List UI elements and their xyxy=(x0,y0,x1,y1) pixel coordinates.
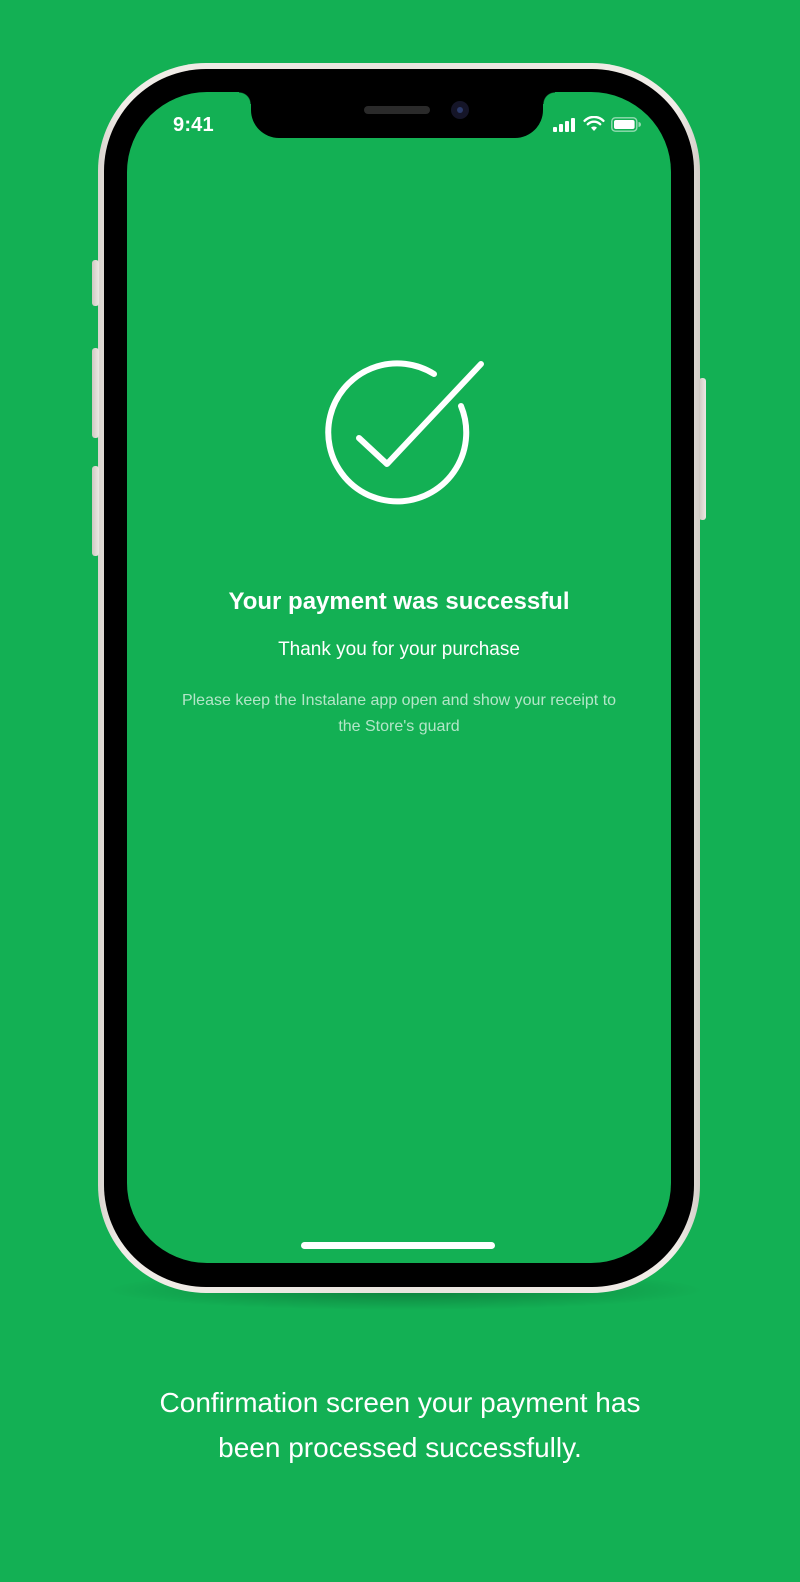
caption-line-1: Confirmation screen your payment has xyxy=(159,1387,641,1418)
phone-screen: 9:41 Your payment was successful Thank y… xyxy=(127,92,671,1263)
status-icons xyxy=(553,115,641,136)
cellular-signal-icon xyxy=(553,117,577,136)
caption-line-2: been processed successfully. xyxy=(218,1432,582,1463)
screen-caption: Confirmation screen your payment has bee… xyxy=(0,1380,800,1470)
success-subtitle: Thank you for your purchase xyxy=(278,639,520,660)
receipt-instruction: Please keep the Instalane app open and s… xyxy=(181,692,617,735)
volume-up-button xyxy=(92,348,99,438)
wifi-icon xyxy=(583,115,605,136)
mute-switch xyxy=(92,260,99,306)
home-indicator[interactable] xyxy=(301,1242,495,1249)
battery-icon xyxy=(611,116,641,136)
earpiece-speaker xyxy=(364,106,430,114)
success-title: Your payment was successful xyxy=(228,588,570,615)
notch xyxy=(239,92,555,138)
checkmark-circle-icon xyxy=(321,356,487,506)
volume-down-button xyxy=(92,466,99,556)
status-time: 9:41 xyxy=(173,114,214,136)
power-button xyxy=(699,378,706,520)
front-camera xyxy=(451,101,469,119)
